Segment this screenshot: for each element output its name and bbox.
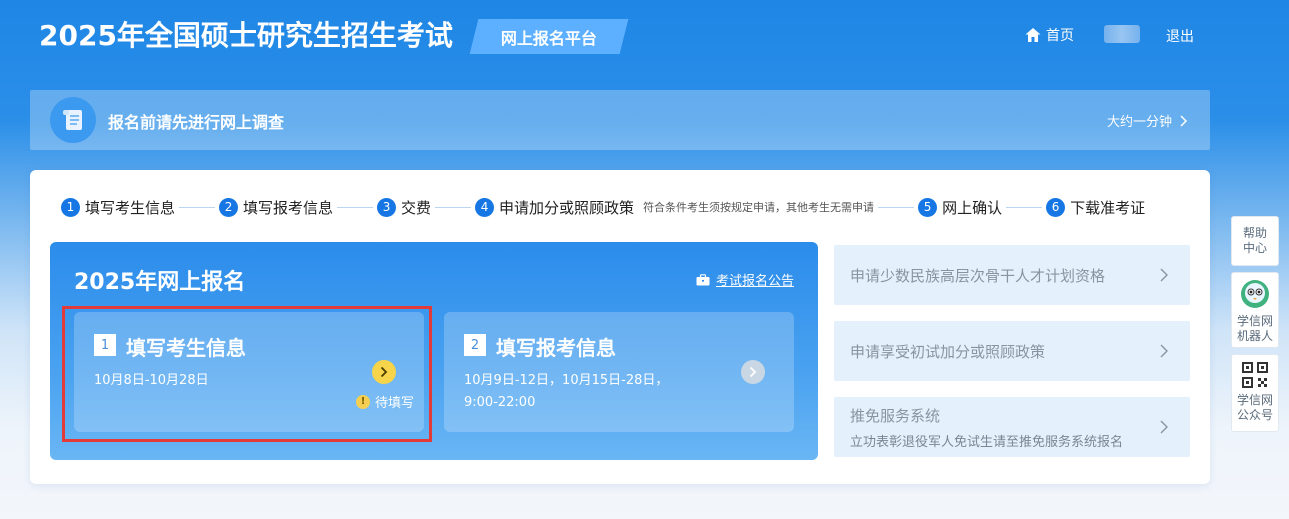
step-label: 申请加分或照顾政策 <box>499 198 635 217</box>
step-connector <box>337 206 374 208</box>
step-connector <box>179 206 216 208</box>
step-connector <box>435 206 472 208</box>
step-note: 符合条件考生须按规定申请，其他考生无需申请 <box>643 201 875 214</box>
step-connector <box>1006 206 1043 208</box>
step-label: 网上确认 <box>942 198 1003 217</box>
step-number: 3 <box>377 197 397 217</box>
step-label: 下载准考证 <box>1070 198 1146 217</box>
card-date: 10月8日-10月28日 <box>94 373 209 388</box>
registration-panel: 2025年网上报名 考试报名公告 1 填写考生信息 10月8日-10月28日 !… <box>50 242 818 460</box>
step-6: 6 下载准考证 <box>1046 197 1145 218</box>
robot-button[interactable]: 学信网 机器人 <box>1231 272 1279 348</box>
top-bar: 2025年全国硕士研究生招生考试 网上报名平台 首页 退出 <box>0 0 1289 72</box>
avatar[interactable] <box>1104 25 1140 43</box>
wechat-account-button[interactable]: 学信网 公众号 <box>1231 354 1279 432</box>
help-line2: 中心 <box>1242 241 1267 255</box>
step-label: 填写报考信息 <box>243 198 334 217</box>
robot-line2: 机器人 <box>1236 329 1273 343</box>
home-label: 首页 <box>1046 28 1074 44</box>
robot-icon <box>1241 280 1269 308</box>
step-1: 1 填写考生信息 <box>61 197 175 218</box>
step-connector <box>878 206 915 208</box>
card-date: 10月9日-12日，10月15日-28日， 9:00-22:00 <box>464 370 668 414</box>
logout-link[interactable]: 退出 <box>1166 26 1194 46</box>
step-4: 4 申请加分或照顾政策 符合条件考生须按规定申请，其他考生无需申请 <box>475 197 874 218</box>
chevron-right-icon <box>1160 268 1168 282</box>
step-5: 5 网上确认 <box>918 197 1002 218</box>
go-arrow-button[interactable] <box>741 360 765 384</box>
survey-text: 报名前请先进行网上调查 <box>108 113 285 132</box>
card-date-line1: 10月9日-12日，10月15日-28日， <box>464 373 669 388</box>
panel-title: 2025年网上报名 <box>74 270 246 295</box>
card-number: 1 <box>94 334 116 356</box>
step-2: 2 填写报考信息 <box>219 197 333 218</box>
step-3: 3 交费 <box>377 197 431 218</box>
step-label: 填写考生信息 <box>85 198 176 217</box>
platform-tag: 网上报名平台 <box>469 19 629 54</box>
notice-link-label: 考试报名公告 <box>715 274 794 289</box>
scroll-icon <box>50 97 96 143</box>
info-icon: ! <box>355 394 370 409</box>
go-arrow-button[interactable] <box>372 360 396 384</box>
chevron-right-icon <box>380 366 388 378</box>
qr-code-icon <box>1242 362 1268 388</box>
progress-steps: 1 填写考生信息 2 填写报考信息 3 交费 4 申请加分或照顾政策 符合条件考… <box>61 195 1211 219</box>
help-center-button[interactable]: 帮助 中心 <box>1231 216 1279 266</box>
bonus-policy-link[interactable]: 申请享受初试加分或照顾政策 <box>834 321 1190 381</box>
chevron-right-icon <box>749 366 757 378</box>
card-title: 填写考生信息 <box>126 336 246 360</box>
main-card: 1 填写考生信息 2 填写报考信息 3 交费 4 申请加分或照顾政策 符合条件考… <box>30 170 1210 484</box>
fill-candidate-info-card[interactable]: 1 填写考生信息 10月8日-10月28日 ! 待填写 <box>74 312 424 432</box>
robot-line1: 学信网 <box>1236 314 1273 328</box>
status-label: 待填写 <box>374 396 414 411</box>
recommendation-system-link[interactable]: 推免服务系统 立功表彰退役军人免试生请至推免服务系统报名 <box>834 397 1190 457</box>
step-number: 1 <box>61 197 80 217</box>
side-item-label: 推免服务系统 <box>850 407 941 425</box>
minority-talent-plan-link[interactable]: 申请少数民族高层次骨干人才计划资格 <box>834 245 1190 305</box>
step-number: 2 <box>219 197 239 217</box>
wechat-line1: 学信网 <box>1236 393 1273 407</box>
help-line1: 帮助 <box>1242 226 1267 240</box>
briefcase-icon <box>696 273 710 285</box>
survey-time[interactable]: 大约一分钟 <box>1107 111 1188 130</box>
fill-application-info-card[interactable]: 2 填写报考信息 10月9日-12日，10月15日-28日， 9:00-22:0… <box>444 312 794 432</box>
step-number: 5 <box>918 197 938 217</box>
survey-banner[interactable]: 报名前请先进行网上调查 大约一分钟 <box>30 90 1210 150</box>
home-link[interactable]: 首页 <box>1024 25 1074 45</box>
status-pending: ! 待填写 <box>355 392 414 411</box>
side-item-label: 申请享受初试加分或照顾政策 <box>850 343 1046 361</box>
step-label: 交费 <box>401 198 432 217</box>
side-item-sublabel: 立功表彰退役军人免试生请至推免服务系统报名 <box>850 435 1124 450</box>
wechat-line2: 公众号 <box>1236 408 1273 422</box>
survey-time-label: 大约一分钟 <box>1106 115 1172 130</box>
chevron-right-icon <box>1160 344 1168 358</box>
card-date-line2: 9:00-22:00 <box>464 395 536 410</box>
chevron-right-icon <box>1180 114 1188 127</box>
exam-notice-link[interactable]: 考试报名公告 <box>696 270 794 289</box>
step-number: 4 <box>475 197 495 217</box>
site-title: 2025年全国硕士研究生招生考试 <box>39 19 453 52</box>
chevron-right-icon <box>1160 420 1168 434</box>
side-item-label: 申请少数民族高层次骨干人才计划资格 <box>850 267 1106 285</box>
home-icon <box>1025 28 1041 42</box>
step-number: 6 <box>1046 197 1066 217</box>
card-title: 填写报考信息 <box>496 336 616 360</box>
card-number: 2 <box>464 334 486 356</box>
